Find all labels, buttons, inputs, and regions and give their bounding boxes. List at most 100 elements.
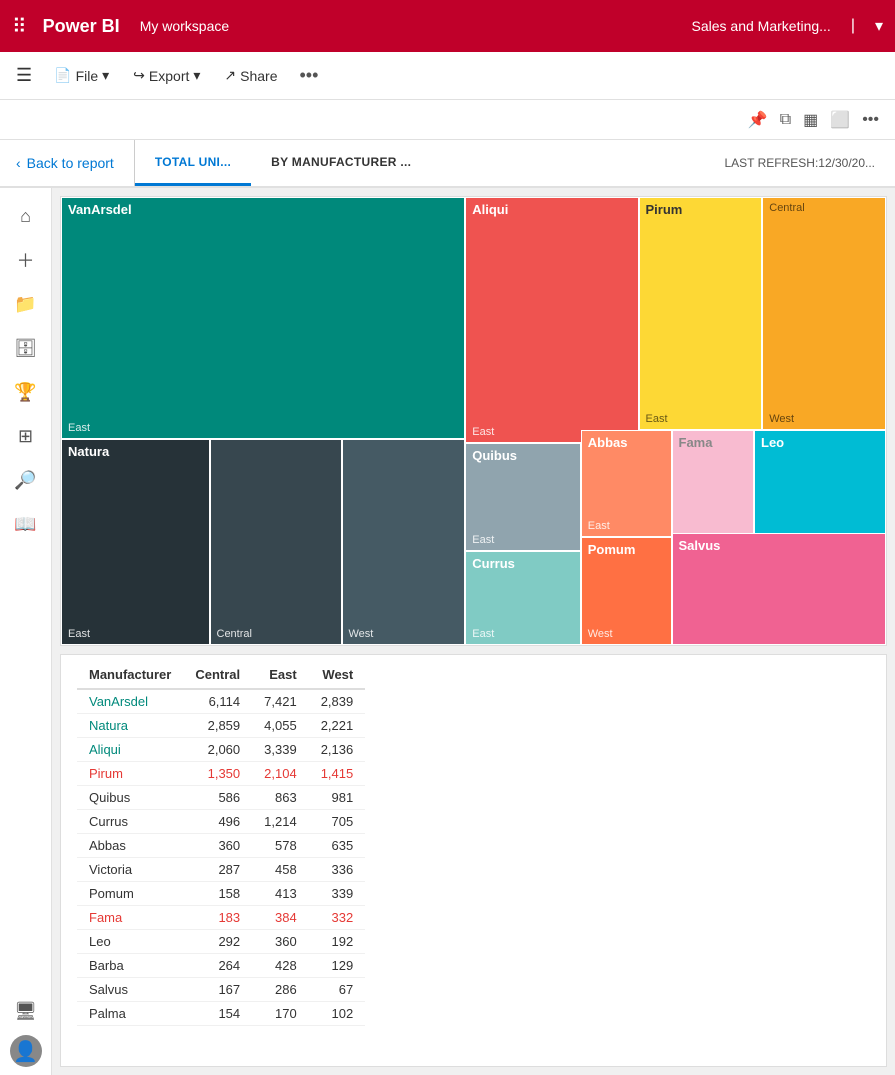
cell-east: 1,214: [252, 810, 309, 834]
tm-currus-east[interactable]: Currus East: [465, 551, 581, 645]
tm-abbas-label: Abbas: [582, 431, 671, 454]
cell-central: 292: [183, 930, 252, 954]
table-row: Abbas360578635: [77, 834, 365, 858]
tm-pirum-east-label: East: [646, 413, 668, 425]
table-row: Natura2,8594,0552,221: [77, 714, 365, 738]
tm-aliqui[interactable]: Aliqui East: [465, 197, 638, 443]
file-button[interactable]: 📄 File ▾: [44, 63, 119, 88]
sidebar-avatar[interactable]: 👤: [10, 1035, 42, 1067]
cell-manufacturer: Barba: [77, 954, 183, 978]
tm-pirum-east[interactable]: Pirum East: [639, 197, 763, 430]
tm-pomum-west: West: [588, 628, 613, 640]
tm-pirum-west[interactable]: West Central: [762, 197, 886, 430]
tm-natura-label: Natura: [62, 440, 209, 463]
cell-central: 586: [183, 786, 252, 810]
sidebar-workspace-icon[interactable]: 🖥: [6, 991, 46, 1031]
back-to-report-button[interactable]: ‹ Back to report: [0, 140, 135, 186]
table-row: Palma154170102: [77, 1002, 365, 1026]
cell-west: 192: [309, 930, 366, 954]
share-button[interactable]: ↗ Share: [214, 63, 287, 88]
top-bar: ⠿ Power BI My workspace Sales and Market…: [0, 0, 895, 52]
tab-total-units[interactable]: TOTAL UNI...: [135, 140, 251, 186]
tab-by-manufacturer[interactable]: BY MANUFACTURER ...: [251, 140, 431, 186]
table-row: Fama183384332: [77, 906, 365, 930]
tm-natura-central-label: Central: [217, 628, 252, 640]
menu-icon[interactable]: ☰: [16, 65, 32, 86]
tm-natura-central[interactable]: Central: [210, 439, 342, 645]
cell-east: 2,104: [252, 762, 309, 786]
tm-natura-east-label: East: [68, 628, 90, 640]
cell-manufacturer: Currus: [77, 810, 183, 834]
cell-west: 129: [309, 954, 366, 978]
cell-manufacturer: Aliqui: [77, 738, 183, 762]
grid-icon[interactable]: ⠿: [12, 14, 27, 39]
last-refresh-label: LAST REFRESH:12/30/20...: [704, 156, 895, 170]
sidebar-apps-icon[interactable]: ⊞: [6, 416, 46, 456]
sidebar-goals-icon[interactable]: 🏆: [6, 372, 46, 412]
tm-quibus[interactable]: Quibus East: [465, 443, 581, 551]
cell-central: 496: [183, 810, 252, 834]
more-icon[interactable]: •••: [862, 111, 879, 129]
cell-west: 2,221: [309, 714, 366, 738]
cell-east: 578: [252, 834, 309, 858]
export-chevron: ▾: [193, 67, 200, 84]
tm-natura-west[interactable]: West: [342, 439, 466, 645]
tm-pomum-label: Pomum: [582, 538, 671, 561]
table-body: VanArsdel6,1147,4212,839Natura2,8594,055…: [77, 689, 365, 1026]
copy-icon[interactable]: ⧉: [780, 111, 791, 129]
tm-vanarsdel[interactable]: VanArsdel East: [61, 197, 465, 439]
filter-icon[interactable]: ▦: [803, 110, 818, 130]
cell-west: 705: [309, 810, 366, 834]
app-logo: Power BI: [43, 16, 120, 37]
tm-natura-east[interactable]: Natura East: [61, 439, 210, 645]
focus-icon[interactable]: ⬜: [830, 110, 850, 130]
sidebar-metrics-icon[interactable]: 📖: [6, 504, 46, 544]
tm-abbas-east[interactable]: Abbas East: [581, 430, 672, 538]
cell-central: 2,060: [183, 738, 252, 762]
report-title: Sales and Marketing...: [692, 18, 831, 34]
sidebar-browse-icon[interactable]: 📁: [6, 284, 46, 324]
tm-vanarsdel-sublabel: East: [68, 422, 90, 434]
sidebar-learn-icon[interactable]: 🔎: [6, 460, 46, 500]
cell-east: 7,421: [252, 689, 309, 714]
cell-central: 1,350: [183, 762, 252, 786]
cell-manufacturer: Victoria: [77, 858, 183, 882]
tm-aliqui-label: Aliqui: [466, 198, 637, 221]
sidebar-data-icon[interactable]: 🗄: [6, 328, 46, 368]
main-content: VanArsdel East Central West Aliqui East …: [52, 188, 895, 1075]
table-row: Victoria287458336: [77, 858, 365, 882]
main-layout: ⌂ ＋ 📁 🗄 🏆 ⊞ 🔎 📖 🖥 👤 VanArsdel East Centr: [0, 188, 895, 1075]
title-chevron[interactable]: ▾: [875, 16, 883, 36]
file-doc-icon: 📄: [54, 67, 71, 84]
tm-natura-west-label: West: [349, 628, 374, 640]
table-row: Barba264428129: [77, 954, 365, 978]
cell-east: 360: [252, 930, 309, 954]
tm-pomum[interactable]: Pomum West: [581, 537, 672, 645]
sidebar-home-icon[interactable]: ⌂: [6, 196, 46, 236]
workspace-label[interactable]: My workspace: [140, 18, 229, 34]
table-row: Leo292360192: [77, 930, 365, 954]
col-east: East: [252, 663, 309, 689]
toolbar: ☰ 📄 File ▾ ↪ Export ▾ ↗ Share •••: [0, 52, 895, 100]
table-row: Salvus16728667: [77, 978, 365, 1002]
table-row: Aliqui2,0603,3392,136: [77, 738, 365, 762]
table-row: Pomum158413339: [77, 882, 365, 906]
separator: |: [851, 17, 855, 35]
cell-central: 154: [183, 1002, 252, 1026]
more-options-icon[interactable]: •••: [292, 61, 327, 90]
cell-west: 2,839: [309, 689, 366, 714]
tm-pirum-west-label: West: [769, 413, 794, 425]
cell-east: 458: [252, 858, 309, 882]
export-button[interactable]: ↪ Export ▾: [123, 63, 210, 88]
tm-salvus[interactable]: Salvus: [672, 533, 887, 645]
treemap[interactable]: VanArsdel East Central West Aliqui East …: [61, 197, 886, 645]
cell-manufacturer: Abbas: [77, 834, 183, 858]
data-table-container: Manufacturer Central East West VanArsdel…: [60, 654, 887, 1067]
pin-icon[interactable]: 📌: [748, 110, 768, 130]
sidebar-create-icon[interactable]: ＋: [6, 240, 46, 280]
tm-aliqui-east: East: [472, 426, 494, 438]
cell-west: 981: [309, 786, 366, 810]
cell-west: 339: [309, 882, 366, 906]
table-header: Manufacturer Central East West: [77, 663, 365, 689]
subtitle-bar: 📌 ⧉ ▦ ⬜ •••: [0, 100, 895, 140]
